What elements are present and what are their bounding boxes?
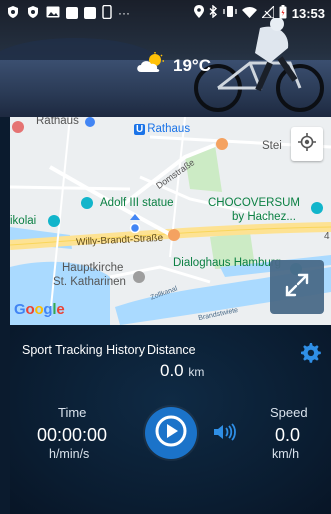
shield-icon (26, 5, 40, 22)
clock: 13:53 (291, 5, 325, 21)
shield-icon (6, 5, 20, 22)
gear-icon[interactable] (298, 341, 322, 365)
tracking-panel: Sport Tracking History Distance 0.0 km T… (10, 325, 331, 514)
distance-unit: km (188, 365, 205, 379)
image-icon (46, 6, 60, 21)
battery-icon (279, 4, 287, 22)
weather-widget: 19°C (135, 52, 211, 79)
map-label-rathaus-metro: U Rathaus (134, 123, 190, 135)
map-label-stein: Stei (262, 140, 282, 152)
play-icon (154, 414, 188, 453)
phone-icon (102, 4, 112, 22)
vibrate-icon (223, 5, 237, 21)
speed-unit: km/h (272, 447, 300, 461)
time-value: 00:00:00 (37, 425, 108, 445)
map-label-hauptkirche-1: Hauptkirche (62, 262, 124, 274)
speed-value: 0.0 (275, 425, 301, 445)
metro-badge: U (134, 124, 146, 135)
no-signal-icon (260, 4, 275, 21)
map-label-adolf: Adolf III statue (100, 197, 174, 209)
distance-label: Distance (147, 343, 196, 357)
google-logo: Google (14, 301, 65, 318)
temperature: 19°C (173, 55, 211, 75)
crosshair-icon (298, 132, 316, 156)
square-icon (84, 7, 96, 19)
speaker-icon[interactable] (213, 423, 237, 446)
map-label-chocoversum-1: CHOCOVERSUM (208, 197, 301, 209)
partly-cloudy-icon (135, 52, 167, 79)
sport-tracking-history-link[interactable]: Sport Tracking History (22, 343, 145, 357)
map-label-four: 4 (324, 231, 330, 242)
map-label-dialoghaus: Dialoghaus Hamburg (173, 257, 282, 269)
map-label-hauptkirche-2: St. Katharinen (53, 276, 126, 288)
expand-icon (283, 271, 311, 304)
map-label-chocoversum-2: by Hachez... (232, 211, 296, 223)
status-bar: ··· 13:53 (0, 0, 331, 26)
map-label-nikolai: ikolai (10, 215, 37, 227)
more-icon: ··· (118, 6, 130, 20)
distance-readout: 0.0 km (160, 361, 204, 381)
location-icon (193, 5, 204, 21)
time-label: Time (58, 405, 87, 420)
bluetooth-icon (209, 4, 218, 21)
expand-map-button[interactable] (270, 260, 324, 314)
my-location-button[interactable] (291, 127, 323, 161)
square-icon (66, 7, 78, 19)
time-unit: h/min/s (49, 447, 90, 461)
left-edge-strip (0, 117, 10, 514)
start-tracking-button[interactable] (145, 407, 197, 459)
map-view[interactable]: Rathaus U Rathaus Stei Domstraße Adolf II… (10, 117, 331, 325)
map-label-rathaus-metro-text: Rathaus (147, 123, 191, 135)
map-label-rathaus: Rathaus (36, 117, 79, 127)
speed-label: Speed (270, 405, 308, 420)
wifi-icon (241, 6, 257, 21)
distance-value: 0.0 (160, 361, 184, 380)
